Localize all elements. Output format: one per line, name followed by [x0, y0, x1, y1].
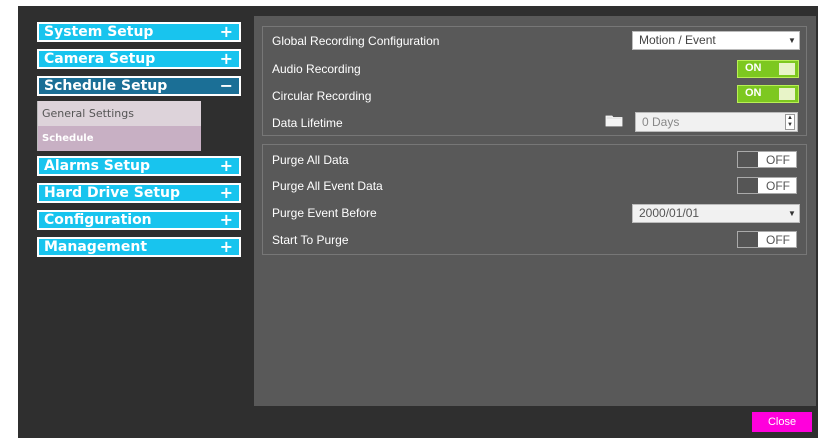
- dropdown-arrow-icon: ▼: [788, 36, 796, 45]
- menu-label: System Setup: [44, 24, 154, 40]
- toggle-state: ON: [745, 87, 762, 99]
- expand-icon: +: [219, 156, 233, 175]
- purge-date-value: 2000/01/01: [639, 206, 700, 220]
- data-lifetime-label: Data Lifetime: [272, 116, 343, 130]
- toggle-knob: [738, 232, 758, 247]
- menu-schedule-setup[interactable]: Schedule Setup −: [37, 76, 241, 96]
- circular-recording-toggle[interactable]: ON: [737, 85, 799, 103]
- data-lifetime-value: 0 Days: [642, 115, 680, 129]
- expand-icon: +: [219, 210, 233, 229]
- menu-label: Management: [44, 239, 148, 255]
- menu-label: Hard Drive Setup: [44, 185, 181, 201]
- toggle-knob: [738, 152, 758, 167]
- submenu-schedule[interactable]: Schedule: [37, 126, 201, 151]
- toggle-knob: [779, 63, 795, 75]
- menu-label: Configuration: [44, 212, 152, 228]
- toggle-knob: [779, 88, 795, 100]
- menu-label: Schedule Setup: [44, 78, 168, 94]
- start-to-purge-label: Start To Purge: [272, 233, 349, 247]
- menu-camera-setup[interactable]: Camera Setup +: [37, 49, 241, 69]
- submenu-general-settings[interactable]: General Settings: [37, 101, 201, 126]
- purge-all-data-toggle[interactable]: OFF: [737, 151, 797, 168]
- data-lifetime-input[interactable]: 0 Days ▲ ▼: [635, 112, 798, 132]
- menu-alarms-setup[interactable]: Alarms Setup +: [37, 156, 241, 176]
- audio-recording-label: Audio Recording: [272, 62, 361, 76]
- purge-date-select[interactable]: 2000/01/01 ▼: [632, 204, 800, 223]
- expand-icon: +: [219, 237, 233, 256]
- global-recording-label: Global Recording Configuration: [272, 34, 440, 48]
- expand-icon: +: [219, 49, 233, 68]
- spin-arrows-icon[interactable]: ▲ ▼: [785, 114, 795, 130]
- menu-hard-drive-setup[interactable]: Hard Drive Setup +: [37, 183, 241, 203]
- expand-icon: +: [219, 183, 233, 202]
- purge-all-data-label: Purge All Data: [272, 153, 349, 167]
- purge-event-before-label: Purge Event Before: [272, 206, 377, 220]
- global-recording-select[interactable]: Motion / Event ▼: [632, 31, 800, 50]
- menu-label: Alarms Setup: [44, 158, 151, 174]
- toggle-knob: [738, 178, 758, 193]
- menu-system-setup[interactable]: System Setup +: [37, 22, 241, 42]
- toggle-state: ON: [745, 62, 762, 74]
- folder-icon[interactable]: [605, 114, 623, 127]
- audio-recording-toggle[interactable]: ON: [737, 60, 799, 78]
- global-recording-value: Motion / Event: [639, 33, 716, 47]
- close-button[interactable]: Close: [752, 412, 812, 432]
- start-to-purge-toggle[interactable]: OFF: [737, 231, 797, 248]
- circular-recording-label: Circular Recording: [272, 89, 372, 103]
- toggle-state: OFF: [766, 153, 790, 167]
- expand-icon: +: [219, 22, 233, 41]
- menu-label: Camera Setup: [44, 51, 156, 67]
- toggle-state: OFF: [766, 233, 790, 247]
- toggle-state: OFF: [766, 179, 790, 193]
- collapse-icon: −: [219, 76, 233, 95]
- purge-event-data-toggle[interactable]: OFF: [737, 177, 797, 194]
- dropdown-arrow-icon: ▼: [788, 209, 796, 218]
- menu-management[interactable]: Management +: [37, 237, 241, 257]
- menu-configuration[interactable]: Configuration +: [37, 210, 241, 230]
- purge-event-data-label: Purge All Event Data: [272, 179, 383, 193]
